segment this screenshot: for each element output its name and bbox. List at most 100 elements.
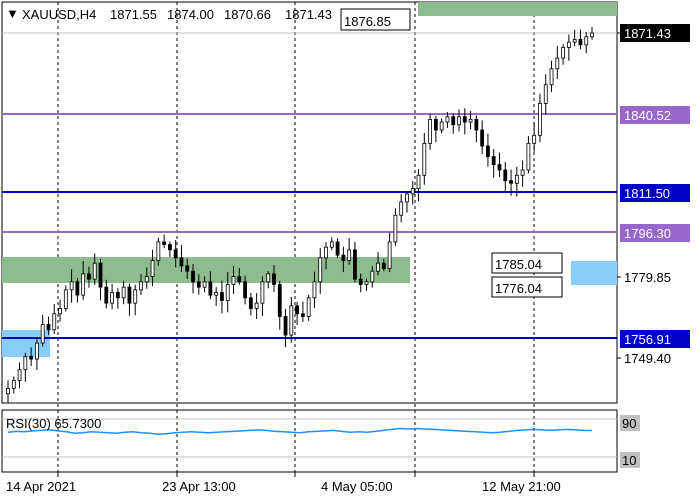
candle-body xyxy=(497,164,502,171)
candle-body xyxy=(191,270,195,283)
candle-body xyxy=(445,116,450,123)
candle-body xyxy=(462,116,467,123)
candle-body xyxy=(514,174,519,184)
time-label-4: 12 May 21:00 xyxy=(482,479,561,494)
candle-body xyxy=(202,281,207,288)
candle-body xyxy=(353,249,357,280)
axis-mid-price-label: 1779.85 xyxy=(624,270,671,285)
current-price-label: 1871.43 xyxy=(624,26,671,41)
candle-body xyxy=(220,292,224,301)
candle-body xyxy=(168,244,172,251)
candle-body xyxy=(549,68,554,86)
candle-body xyxy=(208,281,213,296)
candle-body xyxy=(92,262,97,280)
candle-body xyxy=(538,102,542,136)
candle-body xyxy=(520,169,525,176)
candle-body xyxy=(46,324,51,331)
candle-body xyxy=(139,281,143,291)
time-label-3: 4 May 05:00 xyxy=(321,479,393,494)
candle-body xyxy=(185,265,190,272)
candle-body xyxy=(428,118,432,144)
symbol-timeframe: XAUUSD,H4 xyxy=(22,7,96,22)
candle-body xyxy=(87,273,91,280)
candle-body xyxy=(40,324,45,344)
trading-chart[interactable]: ▼ XAUUSD,H4 1871.55 1874.00 1870.66 1871… xyxy=(0,0,700,500)
candle-body xyxy=(370,270,375,283)
close-price: 1871.43 xyxy=(285,7,332,22)
candle-body xyxy=(364,281,369,285)
candle-body xyxy=(81,273,86,296)
zone-low-label: 1776.04 xyxy=(495,281,542,296)
candle-body xyxy=(133,289,138,304)
candle-body xyxy=(312,281,317,299)
open-price: 1871.55 xyxy=(110,7,157,22)
candle-body xyxy=(335,241,340,256)
candle-body xyxy=(329,241,334,248)
candle-body xyxy=(260,281,265,304)
candle-body xyxy=(127,286,132,304)
candle-body xyxy=(214,292,219,296)
axis-low-price-label: 1749.40 xyxy=(624,351,671,366)
chart-header-arrow-icon: ▼ xyxy=(6,6,19,21)
candle-body xyxy=(416,174,421,190)
candle-body xyxy=(578,39,583,46)
candle-body xyxy=(98,262,103,288)
candle-body xyxy=(486,145,490,158)
candle-body xyxy=(566,41,571,48)
candle-body xyxy=(63,289,68,309)
candle-body xyxy=(457,116,461,126)
candle-body xyxy=(393,214,398,243)
candle-body xyxy=(272,273,276,285)
candle-body xyxy=(150,260,155,277)
candle-body xyxy=(422,142,427,176)
candle-body xyxy=(266,273,271,283)
s-mid-price-label: 1811.50 xyxy=(624,186,670,201)
r1-price-label: 1840.52 xyxy=(624,108,671,123)
candle-body xyxy=(451,116,456,126)
candle-body xyxy=(405,193,409,203)
candle-body xyxy=(381,262,386,269)
candle-body xyxy=(75,281,80,296)
candle-body xyxy=(243,281,247,299)
candle-body xyxy=(283,316,288,336)
candle-body xyxy=(318,257,323,283)
high-price: 1874.00 xyxy=(167,7,214,22)
low-price: 1870.66 xyxy=(224,7,271,22)
candle-body xyxy=(11,379,16,389)
candle-body xyxy=(532,134,537,144)
candle-body xyxy=(503,169,508,182)
candle-body xyxy=(295,305,300,315)
candle-body xyxy=(121,286,126,299)
candle-body xyxy=(300,313,305,317)
candle-body xyxy=(104,286,109,304)
candle-body xyxy=(6,387,10,395)
candle-body xyxy=(347,249,352,261)
r2-price-label: 1796.30 xyxy=(624,226,671,241)
candle-body xyxy=(69,281,74,291)
s-low-price-label: 1756.91 xyxy=(624,332,671,347)
candle-body xyxy=(439,121,444,131)
candle-body xyxy=(225,284,230,301)
candle-body xyxy=(277,284,282,317)
green-target-zone xyxy=(418,2,617,16)
candle-body xyxy=(480,129,485,147)
candle-body xyxy=(543,84,548,104)
candle-body xyxy=(29,356,34,360)
target-price-label: 1876.85 xyxy=(344,14,391,29)
rsi-low-label: 10 xyxy=(622,453,636,468)
candle-body xyxy=(58,308,62,315)
candle-body xyxy=(23,356,28,371)
candle-body xyxy=(572,39,577,43)
candle-body xyxy=(387,241,392,269)
blue-marker-zone xyxy=(571,261,617,285)
candle-body xyxy=(52,313,57,331)
candle-body xyxy=(555,57,560,70)
candle-body xyxy=(254,302,259,309)
candle-body xyxy=(306,297,311,317)
candle-body xyxy=(468,118,473,123)
candle-body xyxy=(115,292,120,299)
candle-body xyxy=(526,142,531,171)
zone-high-label: 1785.04 xyxy=(495,257,542,272)
candle-body xyxy=(584,36,589,46)
candle-body xyxy=(17,369,22,381)
